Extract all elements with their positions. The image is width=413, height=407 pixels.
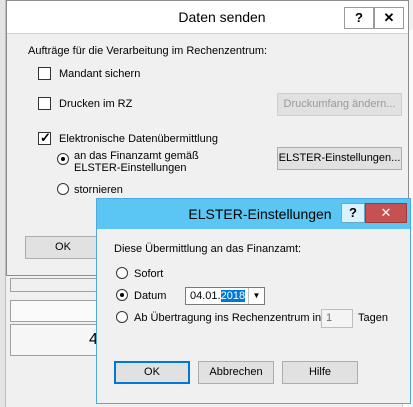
background-field [10,300,110,322]
uebertragung-label: Ab Übertragung ins Rechenzentrum in [134,312,322,324]
background-panel: 4 [10,324,110,356]
group-label: Aufträge für die Verarbeitung im Rechenz… [28,45,268,57]
datenuebermittlung-label: Elektronische Datenübermittlung [59,133,218,145]
title-bar[interactable]: Daten senden ? ✕ [7,1,408,34]
finanzamt-line1: an das Finanzamt gemäß [74,150,199,162]
uebertragung-radio[interactable] [116,311,128,323]
drucken-im-rz-label: Drucken im RZ [59,98,133,110]
prompt-label: Diese Übermittlung an das Finanzamt: [114,243,302,255]
mandant-sichern-checkbox[interactable] [38,67,51,80]
mandant-sichern-label: Mandant sichern [59,68,141,80]
days-input[interactable]: 1 [321,309,353,328]
datenuebermittlung-checkbox[interactable] [38,130,51,146]
help-icon[interactable]: ? [341,203,365,223]
background-field [10,278,110,292]
sofort-label: Sofort [134,268,164,280]
abbrechen-button[interactable]: Abbrechen [198,361,274,384]
close-icon[interactable]: ✕ [365,203,407,223]
finanzamt-radio[interactable] [57,153,69,165]
help-icon[interactable]: ? [344,7,374,29]
dialog-title: Daten senden [178,9,266,25]
sofort-radio[interactable] [116,267,128,279]
date-picker[interactable]: 04.01.2018 ▼ [185,287,265,305]
dialog-title: ELSTER-Einstellungen [188,206,332,222]
hilfe-button[interactable]: Hilfe [282,361,358,384]
title-bar[interactable]: ELSTER-Einstellungen ? ✕ [97,199,410,229]
finanzamt-line2: ELSTER-Einstellungen [74,162,187,174]
datum-radio[interactable] [116,289,128,301]
elster-einstellungen-dialog: ELSTER-Einstellungen ? ✕ Diese Übermittl… [96,198,411,404]
datum-label: Datum [134,290,167,302]
close-icon[interactable]: ✕ [374,7,404,29]
ok-button[interactable]: OK [114,361,190,384]
elster-einstellungen-button[interactable]: ELSTER-Einstellungen... [277,147,402,170]
druckumfang-button[interactable]: Druckumfang ändern... [277,93,402,116]
drucken-im-rz-checkbox[interactable] [38,97,51,110]
dropdown-arrow-icon[interactable]: ▼ [248,288,264,304]
stornieren-label: stornieren [74,184,123,196]
date-year-selection: 2018 [220,290,246,302]
ok-button[interactable]: OK [25,236,101,259]
date-value: 04.01.2018 [190,290,246,302]
days-unit-label: Tagen [358,312,388,324]
stornieren-radio[interactable] [57,183,69,195]
